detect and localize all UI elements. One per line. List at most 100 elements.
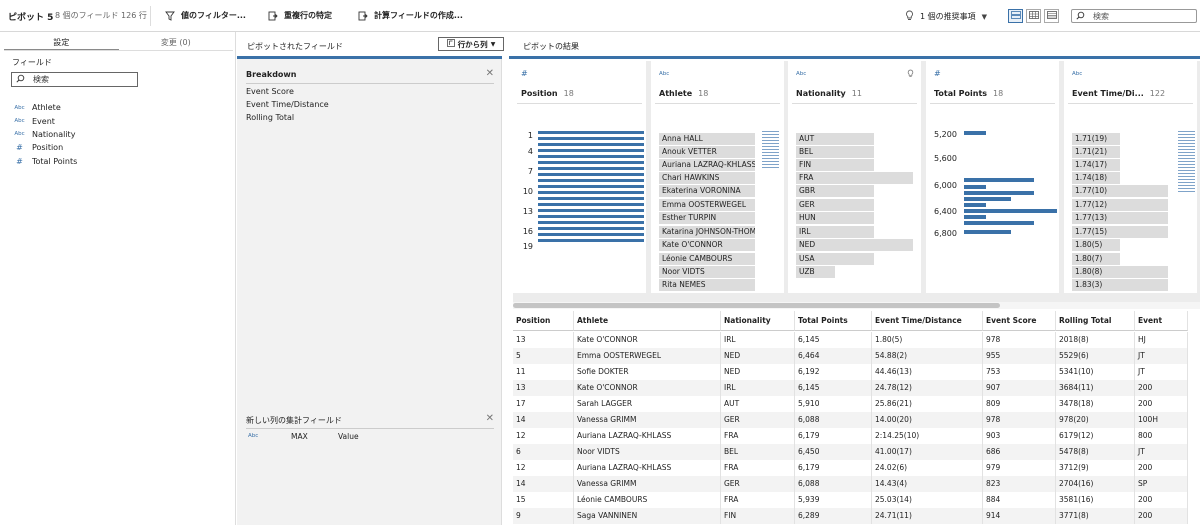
table-cell[interactable]: 6 xyxy=(513,444,574,460)
value-bar[interactable]: 1.80(7) xyxy=(1072,253,1120,265)
table-cell[interactable]: 907 xyxy=(983,380,1056,396)
value-bar[interactable]: 1.80(8) xyxy=(1072,266,1168,278)
table-cell[interactable]: 3581(16) xyxy=(1056,492,1135,508)
value-bar[interactable]: Kate O'CONNOR xyxy=(659,239,755,251)
field-item[interactable]: Abc Athlete xyxy=(12,101,212,114)
table-cell[interactable]: 809 xyxy=(983,396,1056,412)
close-icon[interactable]: ✕ xyxy=(486,413,494,424)
table-cell[interactable]: 978 xyxy=(983,412,1056,428)
table-row[interactable]: 13 Kate O'CONNOR IRL 6,145 1.80(5) 978 2018(8)… xyxy=(513,332,1188,348)
value-bar[interactable]: 1.83(3) xyxy=(1072,279,1168,291)
value-bar[interactable]: GBR xyxy=(796,185,874,197)
column-header[interactable]: Event Time/Distance xyxy=(872,311,983,331)
lightbulb-icon[interactable] xyxy=(907,69,914,80)
table-cell[interactable]: 5,939 xyxy=(795,492,872,508)
table-cell[interactable]: Vanessa GRIMM xyxy=(574,476,721,492)
table-cell[interactable]: 3478(18) xyxy=(1056,396,1135,412)
value-bar[interactable]: Chari HAWKINS xyxy=(659,172,755,184)
table-cell[interactable]: 6,289 xyxy=(795,508,872,524)
table-cell[interactable]: GER xyxy=(721,412,795,428)
column-header[interactable]: Nationality xyxy=(721,311,795,331)
table-cell[interactable]: 24.71(11) xyxy=(872,508,983,524)
table-cell[interactable]: 6,179 xyxy=(795,428,872,444)
mini-scroll-preview[interactable] xyxy=(1178,131,1195,193)
table-row[interactable]: 6 Noor VIDTS BEL 6,450 41.00(17) 686 5478(8) JT xyxy=(513,444,1188,460)
table-cell[interactable]: FRA xyxy=(721,428,795,444)
table-cell[interactable]: Auriana LAZRAQ-KHLASS xyxy=(574,460,721,476)
field-item[interactable]: # Total Points xyxy=(12,155,212,168)
table-cell[interactable]: 2704(16) xyxy=(1056,476,1135,492)
table-cell[interactable]: 14.43(4) xyxy=(872,476,983,492)
table-cell[interactable]: 200 xyxy=(1135,508,1188,524)
table-cell[interactable]: 5478(8) xyxy=(1056,444,1135,460)
table-cell[interactable]: 200 xyxy=(1135,460,1188,476)
value-bar[interactable]: USA xyxy=(796,253,874,265)
mini-scroll-preview[interactable] xyxy=(762,131,779,169)
table-cell[interactable]: Sofie DOKTER xyxy=(574,364,721,380)
table-cell[interactable]: NED xyxy=(721,348,795,364)
table-cell[interactable]: 200 xyxy=(1135,396,1188,412)
value-bar[interactable]: Esther TURPIN xyxy=(659,212,755,224)
table-cell[interactable]: 41.00(17) xyxy=(872,444,983,460)
value-bar[interactable]: 1.71(21) xyxy=(1072,146,1120,158)
table-cell[interactable]: 5341(10) xyxy=(1056,364,1135,380)
table-cell[interactable]: 15 xyxy=(513,492,574,508)
table-cell[interactable]: 686 xyxy=(983,444,1056,460)
table-cell[interactable]: HJ xyxy=(1135,332,1188,348)
profile-card-event-time-distance[interactable]: Abc Event Time/Di... 122 1.71(19) 1.71(21… xyxy=(1064,61,1197,293)
table-cell[interactable]: 13 xyxy=(513,380,574,396)
table-cell[interactable]: 54.88(2) xyxy=(872,348,983,364)
table-cell[interactable]: 200 xyxy=(1135,380,1188,396)
table-cell[interactable]: 823 xyxy=(983,476,1056,492)
table-cell[interactable]: 13 xyxy=(513,332,574,348)
pivot-direction-dropdown[interactable]: 行から列 ▼ xyxy=(438,37,504,51)
value-bar[interactable]: 1.77(13) xyxy=(1072,212,1168,224)
table-cell[interactable]: Vanessa GRIMM xyxy=(574,412,721,428)
value-bar[interactable]: 1.77(15) xyxy=(1072,226,1168,238)
table-cell[interactable]: 44.46(13) xyxy=(872,364,983,380)
toolbar-search-input[interactable]: 検索 xyxy=(1071,9,1197,23)
table-row[interactable]: 15 Léonie CAMBOURS FRA 5,939 25.03(14) 884 358… xyxy=(513,492,1188,508)
table-cell[interactable]: 24.78(12) xyxy=(872,380,983,396)
table-cell[interactable]: 3771(8) xyxy=(1056,508,1135,524)
table-cell[interactable]: FRA xyxy=(721,460,795,476)
table-cell[interactable]: Kate O'CONNOR xyxy=(574,332,721,348)
table-cell[interactable]: 24.02(6) xyxy=(872,460,983,476)
value-bar[interactable]: GER xyxy=(796,199,874,211)
profile-view-button[interactable] xyxy=(1008,9,1023,23)
table-cell[interactable]: 1.80(5) xyxy=(872,332,983,348)
close-icon[interactable]: ✕ xyxy=(486,68,494,79)
value-bar[interactable]: 1.80(5) xyxy=(1072,239,1120,251)
value-bar[interactable]: Anna HALL xyxy=(659,133,755,145)
value-bar[interactable]: Auriana LAZRAQ-KHLASS xyxy=(659,159,755,171)
field-item[interactable]: # Position xyxy=(12,141,212,154)
breakdown-item[interactable]: Event Time/Distance xyxy=(246,100,329,109)
column-header[interactable]: Total Points xyxy=(795,311,872,331)
profile-horizontal-scrollbar[interactable] xyxy=(513,302,1200,309)
table-cell[interactable]: AUT xyxy=(721,396,795,412)
table-cell[interactable]: 884 xyxy=(983,492,1056,508)
list-view-button[interactable] xyxy=(1044,9,1059,23)
table-row[interactable]: 17 Sarah LAGGER AUT 5,910 25.86(21) 809 3478(1… xyxy=(513,396,1188,412)
breakdown-item[interactable]: Rolling Total xyxy=(246,113,294,122)
value-bar[interactable]: 1.74(18) xyxy=(1072,172,1120,184)
profile-card-athlete[interactable]: Abc Athlete 18 Anna HALL Anouk VETTER Aur… xyxy=(651,61,784,293)
table-cell[interactable]: 800 xyxy=(1135,428,1188,444)
table-cell[interactable]: 12 xyxy=(513,428,574,444)
value-bar[interactable]: Katarina JOHNSON-THOMPSON xyxy=(659,226,755,238)
create-calculated-field-button[interactable]: 計算フィールドの作成... xyxy=(358,10,463,21)
table-cell[interactable]: 3684(11) xyxy=(1056,380,1135,396)
column-header[interactable]: Event Score xyxy=(983,311,1056,331)
profile-card-nationality[interactable]: Abc Nationality 11 AUT BEL FIN FRA GBR GE… xyxy=(788,61,921,293)
table-cell[interactable]: 978(20) xyxy=(1056,412,1135,428)
table-row[interactable]: 12 Auriana LAZRAQ-KHLASS FRA 6,179 24.02(6) 9… xyxy=(513,460,1188,476)
table-cell[interactable]: IRL xyxy=(721,380,795,396)
table-cell[interactable]: 200 xyxy=(1135,492,1188,508)
table-cell[interactable]: 9 xyxy=(513,508,574,524)
value-bar[interactable]: FRA xyxy=(796,172,913,184)
breakdown-item[interactable]: Event Score xyxy=(246,87,294,96)
table-cell[interactable]: FRA xyxy=(721,492,795,508)
table-cell[interactable]: 5529(6) xyxy=(1056,348,1135,364)
value-bar[interactable]: FIN xyxy=(796,159,874,171)
value-bar[interactable]: HUN xyxy=(796,212,874,224)
